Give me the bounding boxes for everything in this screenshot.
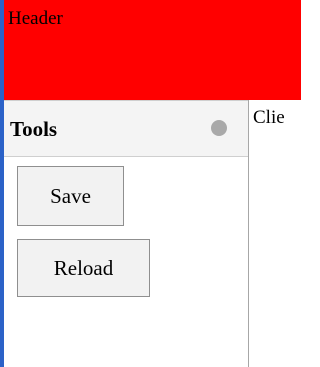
app-window: Header Tools Save Reload Clie <box>0 0 301 367</box>
tools-panel-header: Tools <box>4 100 248 157</box>
header-bar: Header <box>4 0 301 100</box>
tools-panel-title: Tools <box>10 117 58 141</box>
client-area-text: Clie <box>253 107 285 128</box>
client-area: Clie <box>249 100 301 367</box>
tools-panel: Tools Save Reload <box>4 100 249 367</box>
save-button[interactable]: Save <box>17 166 124 226</box>
reload-button[interactable]: Reload <box>17 239 150 297</box>
header-title: Header <box>8 8 63 29</box>
status-dot-icon <box>211 120 227 136</box>
